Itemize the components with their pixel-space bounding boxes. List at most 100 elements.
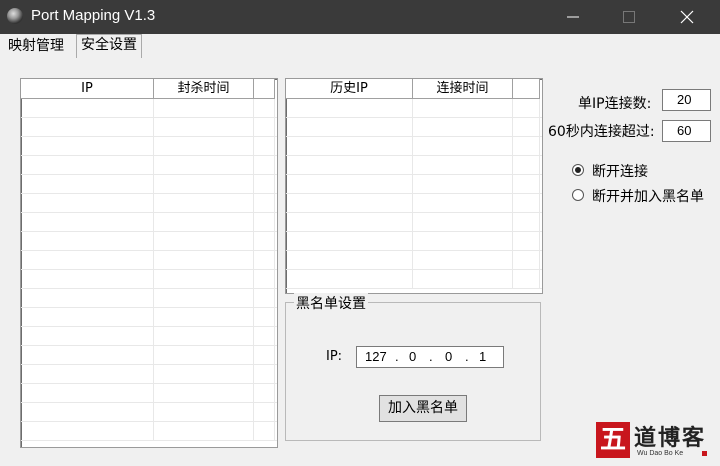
close-icon bbox=[680, 10, 694, 24]
list-row[interactable] bbox=[21, 308, 277, 327]
disconnect-radio[interactable] bbox=[572, 164, 584, 176]
ip-octet-1[interactable]: 127 bbox=[365, 349, 387, 364]
list-cell bbox=[513, 213, 540, 231]
list-cell bbox=[286, 270, 413, 288]
list-cell bbox=[254, 289, 275, 307]
history-list[interactable]: 历史IP 连接时间 bbox=[285, 78, 543, 294]
list-cell bbox=[21, 232, 154, 250]
list-row[interactable] bbox=[21, 422, 277, 441]
tab-bar: 映射管理 安全设置 bbox=[0, 34, 720, 58]
list-row[interactable] bbox=[21, 270, 277, 289]
close-button[interactable] bbox=[660, 0, 716, 34]
watermark-text: 道博客 bbox=[634, 425, 707, 451]
ip-address-input[interactable]: 127 . 0 . 0 . 1 bbox=[356, 346, 504, 368]
security-settings-panel: IP 封杀时间 历史IP 连接时间 黑名单设置 IP: 127 . 0 . 0 … bbox=[0, 58, 720, 466]
list-cell bbox=[513, 232, 540, 250]
list-row[interactable] bbox=[21, 403, 277, 422]
tab-security-settings[interactable]: 安全设置 bbox=[76, 34, 142, 58]
list-cell bbox=[254, 327, 275, 345]
list-cell bbox=[286, 156, 413, 174]
list-cell bbox=[286, 251, 413, 269]
list-row[interactable] bbox=[286, 232, 542, 251]
ip-dot: . bbox=[465, 349, 469, 364]
list-row[interactable] bbox=[286, 213, 542, 232]
list-cell bbox=[413, 213, 513, 231]
list-cell bbox=[154, 118, 254, 136]
list-row[interactable] bbox=[21, 384, 277, 403]
blacklist-group-title: 黑名单设置 bbox=[294, 293, 368, 313]
list-cell bbox=[21, 156, 154, 174]
list-cell bbox=[21, 384, 154, 402]
maximize-button[interactable] bbox=[602, 0, 658, 34]
list-row[interactable] bbox=[286, 99, 542, 118]
list-cell bbox=[21, 327, 154, 345]
tab-mapping-management[interactable]: 映射管理 bbox=[4, 36, 68, 56]
list-row[interactable] bbox=[21, 232, 277, 251]
column-connect-time[interactable]: 连接时间 bbox=[413, 79, 513, 98]
column-ip[interactable]: IP bbox=[21, 79, 154, 98]
list-cell bbox=[513, 194, 540, 212]
list-row[interactable] bbox=[286, 175, 542, 194]
list-row[interactable] bbox=[286, 137, 542, 156]
ban-list[interactable]: IP 封杀时间 bbox=[20, 78, 278, 448]
list-cell bbox=[254, 194, 275, 212]
watermark-red-mark bbox=[702, 451, 707, 456]
list-cell bbox=[154, 308, 254, 326]
list-cell bbox=[21, 270, 154, 288]
list-cell bbox=[413, 194, 513, 212]
list-cell bbox=[254, 403, 275, 421]
list-cell bbox=[21, 422, 154, 440]
list-cell bbox=[413, 251, 513, 269]
connections-in-60s-label: 60秒内连接超过: bbox=[548, 124, 655, 140]
connections-in-60s-input[interactable]: 60 bbox=[662, 120, 711, 142]
list-row[interactable] bbox=[21, 289, 277, 308]
list-cell bbox=[286, 118, 413, 136]
minimize-icon bbox=[567, 16, 579, 18]
disconnect-and-blacklist-label[interactable]: 断开并加入黑名单 bbox=[592, 186, 704, 206]
list-cell bbox=[413, 175, 513, 193]
list-cell bbox=[21, 99, 154, 117]
list-row[interactable] bbox=[21, 365, 277, 384]
disconnect-label[interactable]: 断开连接 bbox=[592, 161, 648, 181]
disconnect-and-blacklist-radio[interactable] bbox=[572, 189, 584, 201]
list-row[interactable] bbox=[21, 346, 277, 365]
list-row[interactable] bbox=[21, 99, 277, 118]
list-cell bbox=[254, 270, 275, 288]
column-history-ip[interactable]: 历史IP bbox=[286, 79, 413, 98]
history-list-header: 历史IP 连接时间 bbox=[286, 79, 540, 99]
list-row[interactable] bbox=[21, 194, 277, 213]
list-cell bbox=[21, 403, 154, 421]
radio-selected-dot bbox=[575, 167, 581, 173]
minimize-button[interactable] bbox=[546, 0, 602, 34]
list-cell bbox=[21, 308, 154, 326]
watermark-seal: 五 bbox=[596, 422, 630, 458]
list-row[interactable] bbox=[286, 156, 542, 175]
list-row[interactable] bbox=[21, 156, 277, 175]
list-row[interactable] bbox=[21, 175, 277, 194]
ip-octet-3[interactable]: 0 bbox=[445, 349, 452, 364]
list-cell bbox=[254, 384, 275, 402]
list-row[interactable] bbox=[21, 137, 277, 156]
title-bar[interactable]: Port Mapping V1.3 bbox=[0, 0, 720, 34]
list-cell bbox=[286, 137, 413, 155]
add-to-blacklist-button[interactable]: 加入黑名单 bbox=[379, 395, 467, 422]
list-row[interactable] bbox=[286, 118, 542, 137]
column-ban-time[interactable]: 封杀时间 bbox=[154, 79, 254, 98]
ip-octet-4[interactable]: 1 bbox=[479, 349, 486, 364]
list-row[interactable] bbox=[21, 327, 277, 346]
list-cell bbox=[513, 137, 540, 155]
list-row[interactable] bbox=[286, 270, 542, 289]
list-row[interactable] bbox=[286, 251, 542, 270]
list-cell bbox=[254, 99, 275, 117]
list-row[interactable] bbox=[21, 118, 277, 137]
list-cell bbox=[513, 175, 540, 193]
list-row[interactable] bbox=[21, 213, 277, 232]
list-cell bbox=[286, 232, 413, 250]
ip-octet-2[interactable]: 0 bbox=[409, 349, 416, 364]
list-row[interactable] bbox=[21, 251, 277, 270]
per-ip-connections-input[interactable]: 20 bbox=[662, 89, 711, 111]
list-row[interactable] bbox=[286, 194, 542, 213]
list-cell bbox=[413, 118, 513, 136]
list-cell bbox=[154, 403, 254, 421]
list-cell bbox=[413, 232, 513, 250]
